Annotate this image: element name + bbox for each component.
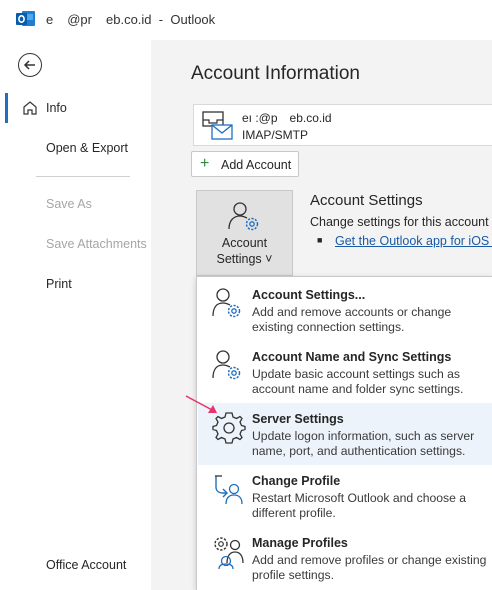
menu-item-description: Restart Microsoft Outlook and choose a d…	[252, 491, 467, 520]
sidebar-item-print[interactable]: Print	[46, 277, 72, 291]
page-title: Account Information	[191, 63, 360, 84]
manage-profiles-icon	[214, 537, 244, 569]
bullet-icon: ■	[317, 235, 323, 245]
title-suffix: eb.co.id	[106, 12, 152, 27]
active-indicator	[5, 93, 8, 123]
account-type: IMAP/SMTP	[242, 128, 309, 142]
gear-icon	[212, 412, 246, 444]
sidebar-item-info[interactable]: Info	[46, 101, 67, 115]
sidebar-item-open-export[interactable]: Open & Export	[46, 141, 128, 155]
sidebar	[0, 40, 151, 590]
home-icon	[23, 101, 37, 115]
menu-item-title: Manage Profiles	[252, 536, 348, 550]
title-bar: e @pr eb.co.id - Outlook	[0, 0, 492, 40]
account-settings-menu: Account Settings... Add and remove accou…	[196, 276, 492, 590]
menu-item-account-settings[interactable]: Account Settings... Add and remove accou…	[198, 279, 492, 341]
menu-item-description: Add and remove accounts or change existi…	[252, 305, 452, 334]
menu-item-server-settings[interactable]: Server Settings Update logon information…	[198, 403, 492, 465]
title-separator: -	[158, 12, 164, 27]
title-mid: @pr	[67, 12, 92, 27]
menu-item-title: Account Settings...	[252, 288, 366, 302]
menu-item-title: Server Settings	[252, 412, 344, 426]
account-selector[interactable]: eı :@p eb.co.id IMAP/SMTP	[193, 104, 492, 146]
pointer-arrow-icon	[185, 395, 217, 413]
outlook-logo-icon	[16, 11, 35, 26]
sidebar-item-save-as[interactable]: Save As	[46, 197, 92, 211]
plus-icon: +	[200, 155, 210, 172]
change-profile-icon	[215, 475, 243, 505]
back-button[interactable]	[18, 53, 42, 77]
account-email: eı :@p eb.co.id	[242, 110, 332, 125]
add-account-button[interactable]: + Add Account	[191, 151, 299, 177]
sidebar-item-office-account[interactable]: Office Account	[46, 558, 126, 572]
app-name: Outlook	[170, 12, 216, 27]
sidebar-item-save-attachments[interactable]: Save Attachments	[46, 237, 147, 251]
menu-item-description: Add and remove profiles or change existi…	[252, 553, 487, 582]
account-settings-icon	[228, 202, 259, 231]
title-prefix: e	[46, 12, 54, 27]
account-settings-icon	[212, 288, 241, 318]
account-settings-button[interactable]: Account Settings ˅	[196, 190, 293, 276]
account-sync-icon	[212, 350, 241, 380]
menu-item-title: Change Profile	[252, 474, 341, 488]
menu-item-description: Update basic account settings such as ac…	[252, 367, 464, 396]
menu-item-title: Account Name and Sync Settings	[252, 350, 452, 364]
menu-item-manage-profiles[interactable]: Manage Profiles Add and remove profiles …	[198, 527, 492, 589]
account-settings-description: Change settings for this account o	[310, 215, 492, 229]
back-arrow-icon	[23, 60, 35, 70]
menu-item-change-profile[interactable]: Change Profile Restart Microsoft Outlook…	[198, 465, 492, 527]
outlook-app-link[interactable]: Get the Outlook app for iOS o	[335, 234, 492, 248]
add-account-label: Add Account	[221, 158, 292, 172]
mail-account-icon	[202, 111, 233, 140]
window-title: e @pr eb.co.id - Outlook	[46, 12, 215, 27]
menu-item-account-name-sync[interactable]: Account Name and Sync Settings Update ba…	[198, 341, 492, 403]
sidebar-divider	[36, 176, 130, 177]
account-settings-button-label: Account Settings ˅	[216, 236, 273, 266]
menu-item-description: Update logon information, such as server…	[252, 429, 475, 458]
account-settings-heading: Account Settings	[310, 192, 423, 209]
